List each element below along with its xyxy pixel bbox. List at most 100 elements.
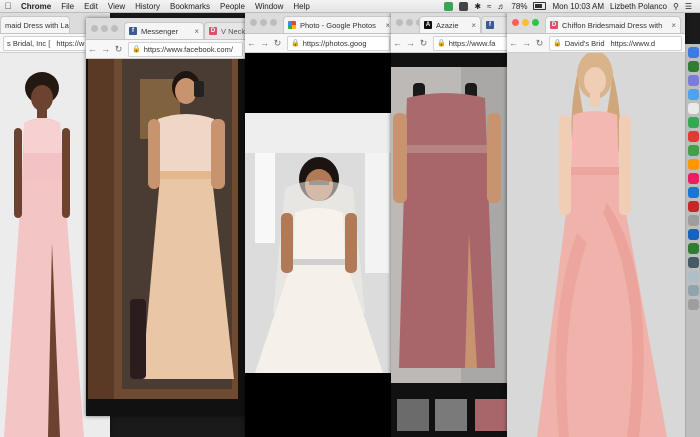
messages-icon[interactable] [687,145,699,156]
tab-google-photos[interactable]: Photo - Google Photos × [283,16,393,33]
battery-percent[interactable]: 78% [511,2,527,11]
forward-arrow-icon[interactable]: → [258,38,271,48]
app-icon[interactable] [687,257,699,268]
user-name[interactable]: Lizbeth Polanco [610,2,667,11]
menu-app-name[interactable]: Chrome [16,2,56,11]
close-icon[interactable]: × [668,21,676,30]
browser-toolbar: ← → ↻ 🔒 David's Brid https://www.d [507,34,685,53]
page-content [86,59,246,416]
preferences-icon[interactable] [687,215,699,226]
spreadsheet-app-icon[interactable] [687,61,699,72]
app-tray-icon[interactable] [459,1,469,11]
app-icon[interactable] [687,271,699,282]
forward-arrow-icon[interactable]: → [404,38,417,48]
menu-history[interactable]: History [130,2,165,11]
tab-azazie[interactable]: A Azazie × [419,16,481,33]
thumbnail[interactable] [475,399,507,431]
maps-icon[interactable] [687,117,699,128]
thumbnail[interactable] [435,399,467,431]
app-icon[interactable] [687,75,699,86]
back-arrow-icon[interactable]: ← [245,38,258,48]
tab-title: Photo - Google Photos [300,20,376,30]
lock-icon: 🔒 [291,40,300,47]
address-bar[interactable]: 🔒 https://www.fa [433,35,518,51]
clock[interactable]: Mon 10:03 AM [552,2,604,11]
reload-icon[interactable]: ↻ [112,44,125,55]
close-window-button[interactable] [396,19,403,26]
close-icon[interactable]: × [69,21,70,30]
menu-bookmarks[interactable]: Bookmarks [165,2,215,11]
safari-icon[interactable] [687,89,699,100]
tab-strip: D Chiffon Bridesmaid Dress with × [507,12,685,34]
browser-toolbar: ← → ↻ 🔒 https://www.fa [391,34,521,53]
address-bar[interactable]: 🔒 David's Brid https://www.d [549,35,682,51]
volume-icon[interactable]: ♬ [497,2,505,11]
photos-icon[interactable] [687,159,699,170]
menu-help[interactable]: Help [288,2,314,11]
reload-icon[interactable]: ↻ [417,38,430,49]
app-store-icon[interactable] [687,187,699,198]
menu-view[interactable]: View [103,2,130,11]
facebook-favicon-icon: f [486,21,494,29]
acrobat-icon[interactable] [687,201,699,212]
minimize-window-button[interactable] [260,19,267,26]
tab-title: Azazie [436,20,459,30]
excel-icon[interactable] [687,243,699,254]
address-bar[interactable]: 🔒 https://photos.goog [287,35,390,51]
menu-list-icon[interactable]: ☰ [685,2,692,11]
lock-icon: 🔒 [437,40,446,47]
close-icon[interactable]: × [468,21,476,30]
back-arrow-icon[interactable]: ← [391,38,404,48]
menu-file[interactable]: File [56,2,79,11]
reload-icon[interactable]: ↻ [271,38,284,49]
menu-edit[interactable]: Edit [79,2,103,11]
close-icon[interactable]: × [382,21,390,30]
browser-window-messenger[interactable]: f Messenger × D V Neck ← → ↻ 🔒 https://w… [86,18,246,416]
tab-chiffon-bridesmaid-dress[interactable]: D Chiffon Bridesmaid Dress with × [545,16,681,33]
zoom-window-button[interactable] [111,25,118,32]
address-bar[interactable]: 🔒 https://www.facebook.com/ [128,41,243,57]
trash-icon[interactable] [687,299,699,310]
finder-icon[interactable] [687,47,699,58]
site-identity: David's Brid [564,38,605,48]
macos-menu-bar:  Chrome File Edit View History Bookmark… [0,0,700,13]
battery-icon[interactable] [533,2,547,10]
browser-window-azazie[interactable]: A Azazie × f ← → ↻ 🔒 https://www.fa [391,12,521,437]
menu-people[interactable]: People [215,2,250,11]
tab-bridesmaid-dress[interactable]: maid Dress with La × [0,16,70,33]
evernote-tray-icon[interactable] [444,1,454,11]
search-icon[interactable]: ⚲ [673,2,679,11]
browser-window-google-photos[interactable]: Photo - Google Photos × ← → ↻ 🔒 https://… [245,12,393,437]
music-icon[interactable] [687,173,699,184]
zoom-window-button[interactable] [532,19,539,26]
reload-icon[interactable]: ↻ [533,38,546,49]
google-photos-favicon-icon [288,21,296,29]
chrome-icon[interactable] [687,103,699,114]
tab-strip: A Azazie × f [391,12,521,34]
thumbnail[interactable] [397,399,429,431]
tab-messenger[interactable]: f Messenger × [124,22,204,39]
tab-v-neck[interactable]: D V Neck [204,22,246,39]
close-icon[interactable]: × [191,27,199,36]
bluetooth-icon[interactable]: ✱ [474,2,481,11]
menu-window[interactable]: Window [250,2,288,11]
back-arrow-icon[interactable]: ← [86,44,99,54]
url-text: https://www.fa [448,38,496,48]
davids-bridal-favicon-icon: D [550,21,558,29]
wifi-icon[interactable]: ≈ [487,2,491,11]
word-icon[interactable] [687,229,699,240]
back-arrow-icon[interactable]: ← [507,38,520,48]
zoom-window-button[interactable] [270,19,277,26]
forward-arrow-icon[interactable]: → [520,38,533,48]
minimize-window-button[interactable] [101,25,108,32]
minimize-window-button[interactable] [406,19,413,26]
close-window-button[interactable] [250,19,257,26]
apple-menu-icon[interactable]:  [0,1,16,11]
browser-window-davids-bridal-right[interactable]: D Chiffon Bridesmaid Dress with × ← → ↻ … [507,12,685,437]
minimize-window-button[interactable] [522,19,529,26]
downloads-icon[interactable] [687,285,699,296]
calendar-icon[interactable] [687,131,699,142]
forward-arrow-icon[interactable]: → [99,44,112,54]
close-window-button[interactable] [512,19,519,26]
close-window-button[interactable] [91,25,98,32]
